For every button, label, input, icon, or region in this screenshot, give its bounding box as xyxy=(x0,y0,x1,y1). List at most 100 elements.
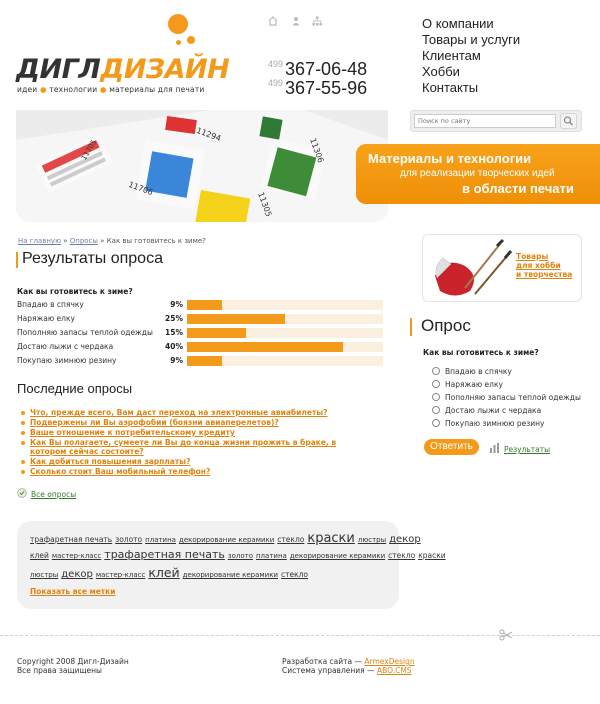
result-label: Покупаю зимнюю резину xyxy=(17,356,117,365)
tag-link[interactable]: золото xyxy=(115,535,142,544)
home-icon[interactable] xyxy=(268,16,278,26)
tag-link[interactable]: декорирование керамики xyxy=(179,536,274,544)
poll-option[interactable]: Пополняю запасы теплой одежды xyxy=(432,392,600,405)
breadcrumb-polls[interactable]: Опросы xyxy=(70,237,98,245)
tag-cloud: трафаретная печать золото платина декориров… xyxy=(17,521,446,609)
section-marker xyxy=(410,318,412,336)
logo-dots xyxy=(160,12,200,52)
poll-option-label: Наряжаю елку xyxy=(445,380,503,389)
sitemap-icon[interactable] xyxy=(312,16,322,26)
breadcrumb-home[interactable]: На главную xyxy=(18,237,61,245)
hobby-link-line[interactable]: для хобби xyxy=(516,261,572,270)
list-item: Что, прежде всего, Вам даст переход на э… xyxy=(21,408,370,418)
tag-link[interactable]: декор xyxy=(61,569,93,580)
user-icon[interactable] xyxy=(291,16,301,26)
logo-tagline: идеи ● технологии ● материалы для печати xyxy=(17,85,205,94)
tag-link[interactable]: краски xyxy=(307,531,355,546)
poll-option[interactable]: Впадаю в спячку xyxy=(432,366,600,379)
radio-button[interactable] xyxy=(432,406,440,414)
result-row: Наряжаю елку 25% xyxy=(17,312,383,326)
list-item: Как добиться повышения зарплаты? xyxy=(21,457,370,467)
result-label: Наряжаю елку xyxy=(17,314,75,323)
developer-link[interactable]: ArmexDesign xyxy=(364,657,414,666)
search-button[interactable] xyxy=(560,113,577,129)
paint-brushes-image xyxy=(435,238,513,296)
tag-link[interactable]: стекло xyxy=(277,535,304,544)
tag-link[interactable]: клей xyxy=(148,565,179,580)
last-poll-link[interactable]: Подвержены ли Вы аэрофобии (боязни авиап… xyxy=(30,418,279,427)
result-percent: 15% xyxy=(165,328,183,337)
poll-option-label: Покупаю зимнюю резину xyxy=(445,419,545,428)
tag-link[interactable]: декор xyxy=(389,534,421,545)
scissors-icon xyxy=(499,629,513,641)
radio-button[interactable] xyxy=(432,393,440,401)
tag-link[interactable]: золото xyxy=(228,552,253,560)
phone-1: 499 367-06-48 xyxy=(268,59,368,79)
tag-link[interactable]: декорирование керамики xyxy=(290,552,385,560)
tag-link[interactable]: декорирование керамики xyxy=(183,571,278,579)
footer-credits: Разработка сайта — ArmexDesign Система у… xyxy=(282,657,415,675)
tag-link[interactable]: стекло xyxy=(281,570,308,579)
vote-button[interactable]: Ответить xyxy=(424,439,479,455)
tag-link[interactable]: стекло xyxy=(388,551,415,560)
last-polls-list: Что, прежде всего, Вам даст переход на э… xyxy=(21,408,370,477)
last-poll-link[interactable]: Ваше отношение к потребительскому кредит… xyxy=(30,428,235,437)
poll-option[interactable]: Наряжаю елку xyxy=(432,379,600,392)
nav-item-hobby[interactable]: Хобби xyxy=(422,64,520,80)
hobby-ad[interactable]: Товары для хобби и творчества xyxy=(422,234,582,302)
poll-option[interactable]: Покупаю зимнюю резину xyxy=(432,418,600,431)
tag-link[interactable]: платина xyxy=(145,536,176,544)
tag-link[interactable]: трафаретная печать xyxy=(104,548,225,561)
radio-button[interactable] xyxy=(432,419,440,427)
footer-copyright: Copyright 2008 Дигл-Дизайн Все права защ… xyxy=(17,657,129,675)
tag-link[interactable]: люстры xyxy=(30,571,58,579)
logo[interactable]: ДИГЛДИЗАЙН xyxy=(16,54,230,85)
result-bar-fill xyxy=(187,342,343,352)
result-label: Пополняю запасы теплой одежды xyxy=(17,328,153,337)
radio-button[interactable] xyxy=(432,367,440,375)
results-question: Как вы готовитесь к зиме? xyxy=(17,287,133,296)
last-poll-link[interactable]: Сколько стоит Ваш мобильный телефон? xyxy=(30,467,210,476)
poll-option[interactable]: Достаю лыжи с чердака xyxy=(432,405,600,418)
tag-link[interactable]: краски xyxy=(418,551,445,560)
tag-link[interactable]: трафаретная печать xyxy=(30,535,112,544)
result-percent: 25% xyxy=(165,314,183,323)
banner-promo[interactable]: Материалы и технологии для реализации тв… xyxy=(356,144,600,204)
tag-link[interactable]: клей xyxy=(30,551,49,560)
nav-item-clients[interactable]: Клиентам xyxy=(422,48,520,64)
results-list: Впадаю в спячку 9% Наряжаю елку 25% Пополняю… xyxy=(17,298,383,368)
search-input[interactable] xyxy=(414,114,556,128)
last-poll-link[interactable]: Как добиться повышения зарплаты? xyxy=(30,457,190,466)
hobby-link-line[interactable]: Товары xyxy=(516,252,572,261)
result-percent: 9% xyxy=(170,356,183,365)
result-bar-fill xyxy=(187,356,222,366)
show-all-tags-link[interactable]: Показать все метки xyxy=(30,587,116,596)
last-poll-link[interactable]: Что, прежде всего, Вам даст переход на э… xyxy=(30,408,327,417)
poll-option-label: Впадаю в спячку xyxy=(445,367,512,376)
search-icon xyxy=(563,116,573,126)
tag-link[interactable]: люстры xyxy=(358,536,386,544)
last-poll-link[interactable]: Как Вы полагаете, сумеете ли Вы до конца… xyxy=(30,438,336,456)
list-item: Ваше отношение к потребительскому кредит… xyxy=(21,428,370,438)
tag-link[interactable]: мастер-класс xyxy=(52,552,101,560)
tag-line: трафаретная печать золото платина декориров… xyxy=(30,531,421,548)
tag-link[interactable]: платина xyxy=(256,552,287,560)
radio-button[interactable] xyxy=(432,380,440,388)
results-link[interactable]: Результаты xyxy=(504,445,550,454)
tag-link[interactable]: мастер-класс xyxy=(96,571,145,579)
bar-chart-icon xyxy=(490,443,499,453)
all-polls-link[interactable]: Все опросы xyxy=(31,490,76,499)
hobby-link-line[interactable]: и творчества xyxy=(516,270,572,279)
list-item: Подвержены ли Вы аэрофобии (боязни авиап… xyxy=(21,418,370,428)
promo-title: Материалы и технологии xyxy=(368,151,532,166)
cms-link[interactable]: ABO.CMS xyxy=(377,666,412,675)
nav-item-about[interactable]: О компании xyxy=(422,16,520,32)
nav-item-contacts[interactable]: Контакты xyxy=(422,80,520,96)
nav-item-products[interactable]: Товары и услуги xyxy=(422,32,520,48)
result-row: Впадаю в спячку 9% xyxy=(17,298,383,312)
result-row: Достаю лыжи с чердака 40% xyxy=(17,340,383,354)
result-bar-fill xyxy=(187,300,222,310)
result-percent: 9% xyxy=(170,300,183,309)
breadcrumb: На главную » Опросы » Как вы готовитесь … xyxy=(18,237,206,245)
promo-line2: для реализации творческих идей xyxy=(400,168,555,179)
